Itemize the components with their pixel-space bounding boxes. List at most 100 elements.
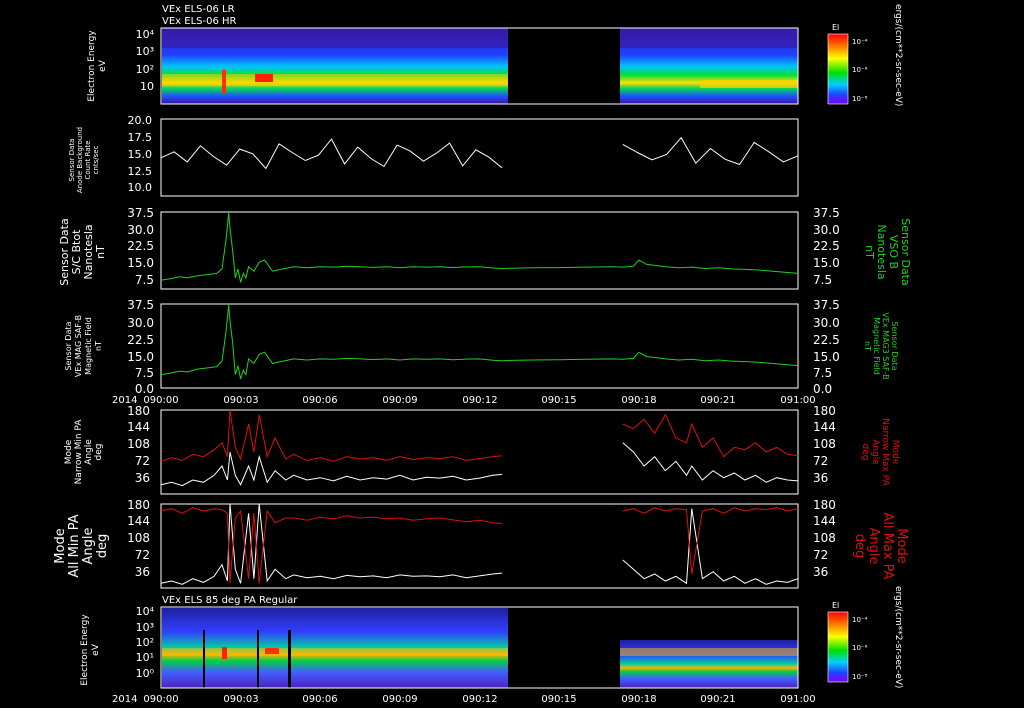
colorbar-top: El 10⁻⁴ 10⁻⁶ 10⁻⁸ ergs/(cm**2-sr-sec-eV) (827, 4, 903, 106)
panel3-ytick-right: 30.0 (813, 223, 840, 237)
panel3-ytick-right: 7.5 (813, 273, 832, 287)
panel1-ytick: 10⁴ (136, 28, 155, 41)
panel5-ytick-right: 108 (813, 437, 836, 451)
time-tick-lower: 091:00 (780, 694, 815, 705)
panel1-ytick: 10² (136, 63, 154, 76)
panel4-ytick: 7.5 (135, 366, 154, 380)
panel4-ylabel-line: Magnetic Field (84, 317, 93, 375)
panel4-ytick: 15.0 (127, 350, 154, 364)
p6-series-max-line (160, 507, 799, 584)
panel3-ytick-right: 15.0 (813, 256, 840, 270)
p4-series-0-line (160, 305, 799, 380)
panel1-energy-band-a (162, 74, 508, 86)
panel4-ytick-right: 15.0 (813, 350, 840, 364)
colorbar-top-unit: ergs/(cm**2-sr-sec-eV) (893, 4, 903, 106)
panel4-ylabel-line: nT (94, 341, 103, 351)
panel6-ylabel: Mode All Min PA Angle deg (53, 514, 110, 577)
panel5-yticks-left: 180 144 108 72 36 (127, 404, 150, 485)
colorbar-bottom-tick: 10⁻⁸ (852, 673, 868, 681)
panel3-ylabel-line: nT (94, 245, 107, 259)
panel5-ylabel-line: Narrow Min PA (74, 419, 84, 485)
panel5-ytick: 144 (127, 420, 150, 434)
panel3-ytick: 37.5 (127, 206, 154, 220)
panel6-ytick: 180 (127, 498, 150, 512)
time-tick-lower: 090:06 (302, 694, 337, 705)
time-tick-upper: 090:21 (700, 395, 735, 406)
time-tick-upper: 090:03 (223, 395, 258, 406)
panel4-ylabel-right-line: Magnetic Field (872, 317, 881, 375)
panel4-ytick: 22.5 (127, 333, 154, 347)
panel7-ytick: 10⁰ (136, 667, 155, 680)
panel5-ytick-right: 72 (813, 454, 828, 468)
panel7-hot-spot (265, 648, 279, 654)
panel6-ylabel-right-line: All Max PA (880, 512, 895, 579)
panel7-heatmap-block-b (620, 640, 798, 688)
panel1-ytick: 10³ (136, 45, 154, 58)
panel6-ytick: 108 (127, 531, 150, 545)
panel5-ylabel-right-line: Narrow Max PA (880, 418, 890, 486)
panel6-ytick-right: 180 (813, 498, 836, 512)
panel1-ylabel: Electron Energy eV (87, 30, 108, 102)
panel5-ylabel-line: Angle (84, 439, 94, 465)
panel1-hot-spot (255, 74, 273, 82)
panel2-ytick: 10.0 (128, 181, 153, 194)
time-axis-lower: 090:00 090:03 090:06 090:09 090:12 090:1… (143, 694, 815, 705)
time-tick-lower: 090:03 (223, 694, 258, 705)
panel5-ylabel-line: Mode (64, 439, 74, 464)
panel7-ytick: 10² (136, 636, 154, 649)
panel4-ylabel-right-line: VEx MAG3 SAF-B (881, 312, 890, 379)
panel1-title-hr: VEx ELS-06 HR (162, 16, 237, 27)
panel7-dropout (288, 630, 291, 688)
panel6-ytick: 36 (135, 565, 150, 579)
panel4-ylabel-right-line: Sensor Data (890, 321, 899, 370)
panel2-ylabel-line: cnts/sec (92, 145, 100, 174)
panel1-energy-band-b (700, 80, 798, 88)
panel4-ylabel-right: Sensor Data VEx MAG3 SAF-B Magnetic Fiel… (863, 312, 899, 379)
panel1-title-lr: VEx ELS-06 LR (162, 4, 235, 15)
time-tick-upper: 090:06 (302, 395, 337, 406)
time-tick-lower: 090:18 (621, 694, 656, 705)
panel5-yticks-right: 180 144 108 72 36 (813, 404, 836, 485)
time-axis-upper: 090:00 090:03 090:06 090:09 090:12 090:1… (143, 395, 815, 406)
panel4-ytick: 30.0 (127, 316, 154, 330)
panel7-ylabel: Electron Energy eV (80, 614, 101, 686)
panel2-ylabel-line: Count Rate (84, 140, 92, 179)
panel4-ylabel: Sensor Data VEx MAG SAF-B Magnetic Field… (64, 315, 103, 377)
time-tick-upper: 091:00 (780, 395, 815, 406)
panel3-ytick: 7.5 (135, 273, 154, 287)
panel1-upper-noise-b (620, 28, 798, 48)
panel4-yticks-right: 37.5 30.0 22.5 15.0 7.5 0.0 (813, 298, 840, 396)
colorbar-top-tick: 10⁻⁶ (852, 66, 868, 74)
panel7-band-b (620, 648, 798, 656)
panel7-ylabel-line: eV (91, 643, 101, 656)
time-tick-upper: 090:09 (382, 395, 417, 406)
panel6-ylabel-right-line: deg (852, 534, 867, 559)
panel1-hot-spike (222, 70, 226, 94)
panel3-ytick: 15.0 (127, 256, 154, 270)
panel2-ylabel: Sensor Data Anode Background Count Rate … (68, 127, 100, 193)
p2-series-0-line (160, 136, 799, 170)
panel2-ytick: 20.0 (128, 114, 153, 127)
panel6-ylabel-right-line: Angle (866, 528, 881, 565)
panel5-ylabel-right-line: Mode (890, 440, 900, 465)
panel2-ylabel-line: Sensor Data (68, 139, 76, 182)
panel3-ylabel-right: Sensor Data VSO B Nanotesla nT (863, 218, 912, 285)
panel7-ytick: 10⁴ (136, 605, 155, 618)
panel7-ytick: 10³ (136, 621, 154, 634)
colorbar-top-tick: 10⁻⁸ (852, 95, 868, 103)
panel3-ytick-right: 22.5 (813, 239, 840, 253)
colorbar-bottom-tick: 10⁻⁴ (852, 616, 868, 624)
panel6-ytick-right: 36 (813, 565, 828, 579)
panel4-ytick-right: 0.0 (813, 382, 832, 396)
time-tick-lower: 090:09 (382, 694, 417, 705)
time-tick-upper: 090:18 (621, 395, 656, 406)
panel6-ytick-right: 144 (813, 514, 836, 528)
colorbar-top-gradient (827, 33, 849, 105)
panel3-frame (160, 211, 799, 290)
panel6-ytick-right: 108 (813, 531, 836, 545)
colorbar-top-tick: 10⁻⁴ (852, 38, 868, 46)
panel7-title: VEx ELS 85 deg PA Regular (162, 595, 298, 606)
time-tick-lower: 090:15 (541, 694, 576, 705)
panel7-hot-spot (222, 647, 227, 659)
year-label-lower: 2014 (112, 694, 137, 705)
